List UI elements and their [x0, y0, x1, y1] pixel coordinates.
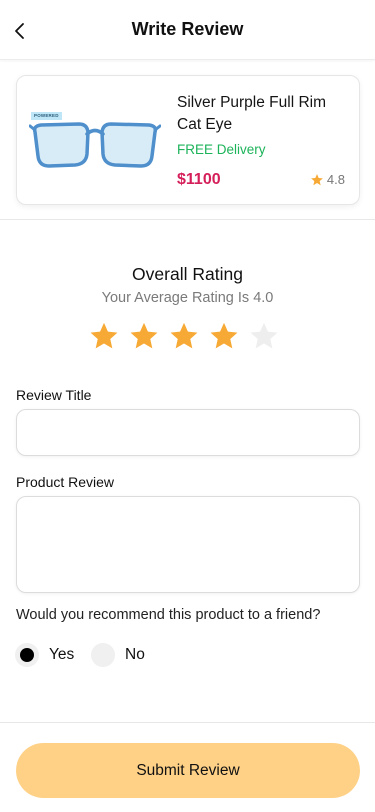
radio-yes[interactable]: [15, 643, 39, 667]
product-card[interactable]: POWERED Silver Purple Full Rim Cat Eye F…: [16, 75, 360, 205]
star-empty-icon[interactable]: [248, 320, 280, 352]
recommend-question: Would you recommend this product to a fr…: [16, 607, 321, 623]
product-rating-value: 4.8: [326, 172, 345, 187]
review-title-input[interactable]: [16, 409, 360, 456]
radio-no-label: No: [125, 646, 145, 663]
star-icon: [311, 173, 323, 185]
recommend-yes-option[interactable]: Yes: [15, 643, 74, 667]
header: Write Review: [0, 0, 375, 60]
star-filled-icon[interactable]: [208, 320, 240, 352]
star-filled-icon[interactable]: [168, 320, 200, 352]
overall-rating-subtitle: Your Average Rating Is 4.0: [101, 290, 274, 306]
section-divider: [0, 219, 375, 220]
delivery-status: FREE Delivery: [177, 142, 266, 157]
product-rating: 4.8: [310, 172, 345, 187]
product-price: $1100: [177, 171, 221, 188]
review-title-label: Review Title: [16, 387, 92, 403]
radio-yes-label: Yes: [49, 646, 75, 663]
star-filled-icon[interactable]: [88, 320, 120, 352]
recommend-no-option[interactable]: No: [91, 643, 145, 667]
footer-divider: [0, 722, 375, 723]
rating-stars: [88, 320, 280, 352]
page-title: Write Review: [131, 19, 244, 39]
product-name: Silver Purple Full Rim Cat Eye: [177, 94, 327, 133]
submit-review-button[interactable]: Submit Review: [16, 743, 360, 798]
overall-rating-title: Overall Rating: [132, 264, 243, 284]
product-review-textarea[interactable]: [16, 496, 360, 593]
product-review-label: Product Review: [16, 474, 115, 490]
product-image: POWERED: [28, 108, 162, 172]
radio-no[interactable]: [91, 643, 115, 667]
star-filled-icon[interactable]: [128, 320, 160, 352]
image-badge: POWERED: [31, 112, 62, 120]
